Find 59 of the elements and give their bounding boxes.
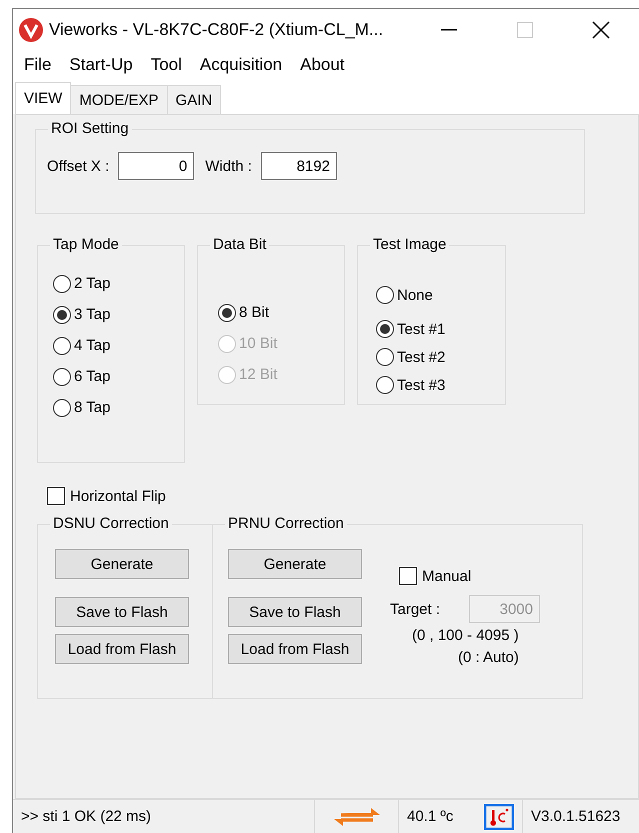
transfer-arrows-icon (332, 806, 380, 828)
radio-label: Test #1 (397, 320, 446, 338)
radio-label: 3 Tap (74, 306, 110, 323)
radio-label: Test #3 (397, 376, 446, 394)
input-field[interactable]: 8192 (260, 152, 337, 180)
minimize-icon[interactable] (441, 28, 457, 30)
group-title: Test Image (370, 236, 450, 253)
menu-item[interactable]: Start-Up (60, 55, 142, 75)
radio-label: 8 Tap (74, 399, 110, 416)
radio-button[interactable] (376, 376, 394, 394)
thermometer-icon (484, 804, 514, 830)
radio-label: 12 Bit (239, 366, 278, 383)
close-icon[interactable] (592, 20, 610, 38)
checkbox[interactable] (399, 567, 417, 585)
version-label: V3.0.1.51623 (531, 808, 620, 825)
radio-button[interactable] (376, 286, 394, 304)
radio-label: 6 Tap (74, 368, 110, 385)
menu-item[interactable]: Tool (142, 55, 191, 75)
range-note: (0 , 100 - 4095 ) (412, 627, 519, 644)
field-label: Target : (390, 600, 442, 618)
radio-button[interactable] (53, 368, 71, 386)
radio-button[interactable] (376, 320, 394, 338)
action-button[interactable]: Save to Flash (55, 597, 189, 627)
action-button[interactable]: Generate (55, 549, 189, 579)
checkbox[interactable] (47, 487, 65, 505)
action-button[interactable]: Generate (228, 549, 362, 579)
temperature-reading: 40.1 ºc (407, 808, 454, 825)
field-label: Offset X : (47, 158, 110, 174)
radio-label: 2 Tap (74, 275, 110, 292)
radio-button[interactable] (53, 274, 71, 292)
radio-label: 8 Bit (239, 304, 270, 321)
radio-button[interactable] (53, 306, 71, 324)
input-field[interactable]: 0 (118, 152, 194, 180)
menu-item[interactable]: About (291, 55, 354, 75)
group-title: Tap Mode (50, 236, 122, 253)
radio-button[interactable] (218, 304, 236, 322)
menu-item[interactable]: File (15, 55, 60, 75)
checkbox-label: Horizontal Flip (70, 488, 166, 504)
app-logo-icon (19, 18, 43, 42)
group-title: ROI Setting (48, 120, 132, 137)
tab[interactable]: GAIN (166, 85, 222, 114)
radio-label: 10 Bit (239, 335, 278, 352)
menu-item[interactable]: Acquisition (190, 55, 292, 75)
tab[interactable]: VIEW (15, 82, 72, 114)
auto-note: (0 : Auto) (458, 649, 519, 666)
radio-label: Test #2 (397, 348, 446, 366)
radio-label: 4 Tap (74, 337, 110, 354)
radio-label: None (397, 286, 433, 304)
action-button[interactable]: Load from Flash (228, 634, 362, 664)
radio-button[interactable] (53, 336, 71, 354)
tab[interactable]: MODE/EXP (70, 85, 168, 114)
radio-button[interactable] (376, 348, 394, 366)
field-label: Width : (205, 158, 252, 174)
radio-button[interactable] (53, 398, 71, 416)
action-button[interactable]: Load from Flash (55, 634, 189, 664)
status-message: >> sti 1 OK (22 ms) (21, 808, 152, 825)
action-button[interactable]: Save to Flash (228, 597, 362, 627)
window-title: Vieworks - VL-8K7C-C80F-2 (Xtium-CL_M... (49, 20, 384, 40)
checkbox-label: Manual (422, 568, 472, 584)
